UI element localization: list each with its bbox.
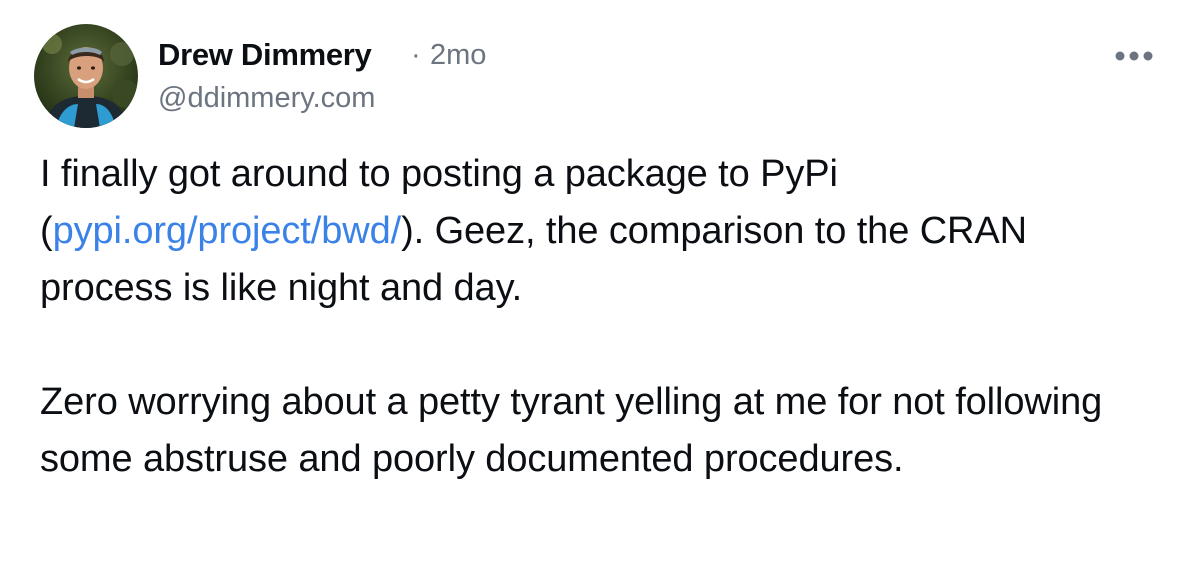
post-paragraph: I finally got around to posting a packag… bbox=[40, 146, 1150, 317]
post-timestamp[interactable]: 2mo bbox=[430, 36, 486, 74]
post-card: Drew Dimmery · 2mo @ddimmery.com I final… bbox=[0, 0, 1194, 570]
author-handle[interactable]: @ddimmery.com bbox=[158, 80, 375, 116]
post-body: I finally got around to posting a packag… bbox=[40, 146, 1150, 488]
avatar[interactable] bbox=[34, 24, 138, 128]
post-paragraph: Zero worrying about a petty tyrant yelli… bbox=[40, 381, 1103, 480]
post-link[interactable]: pypi.org/project/bwd/ bbox=[53, 210, 402, 252]
ellipsis-icon bbox=[1115, 51, 1153, 61]
meta-separator: · bbox=[411, 39, 421, 71]
author-display-name[interactable]: Drew Dimmery bbox=[158, 36, 372, 74]
user-avatar-photo bbox=[34, 24, 138, 128]
more-options-button[interactable] bbox=[1108, 40, 1160, 72]
